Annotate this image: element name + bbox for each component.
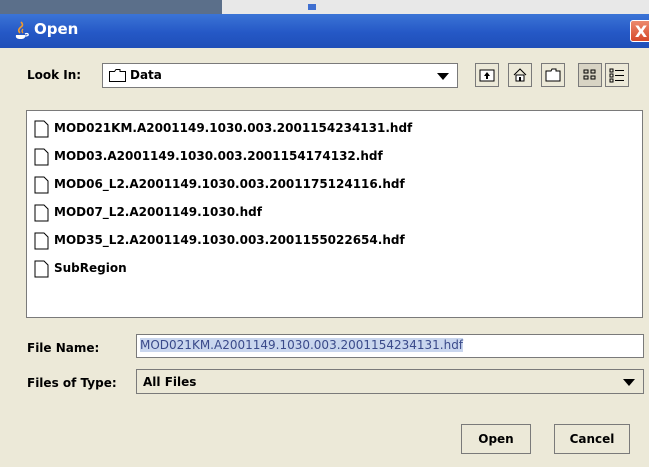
up-one-level-icon [479, 69, 495, 82]
files-of-type-value: All Files [143, 375, 197, 389]
dialog-title: Open [34, 20, 79, 38]
file-name: MOD021KM.A2001149.1030.003.2001154234131… [54, 121, 413, 135]
home-icon [513, 68, 527, 82]
look-in-dropdown[interactable]: Data [102, 63, 458, 88]
title-bar[interactable]: Open X [0, 14, 649, 48]
chevron-down-icon [437, 73, 449, 80]
look-in-value: Data [130, 68, 162, 82]
files-of-type-dropdown[interactable]: All Files [136, 369, 644, 394]
file-icon [34, 260, 49, 278]
file-icon [34, 148, 49, 166]
background-window-strip [0, 0, 649, 14]
files-of-type-label: Files of Type: [27, 376, 117, 390]
chevron-down-icon [623, 379, 635, 386]
file-name: SubRegion [54, 261, 127, 275]
new-folder-button[interactable] [541, 63, 565, 87]
look-in-label: Look In: [27, 68, 82, 82]
file-icon [34, 176, 49, 194]
up-one-level-button[interactable] [475, 63, 499, 87]
file-name: MOD07_L2.A2001149.1030.hdf [54, 205, 262, 219]
file-name: MOD03.A2001149.1030.003.2001154174132.hd… [54, 149, 383, 163]
file-name-label: File Name: [27, 341, 100, 355]
file-name: MOD35_L2.A2001149.1030.003.2001155022654… [54, 233, 405, 247]
background-window-fragment [0, 0, 222, 14]
home-button[interactable] [508, 63, 532, 87]
file-name: MOD06_L2.A2001149.1030.003.2001175124116… [54, 177, 405, 191]
file-icon [34, 120, 49, 138]
background-icon [308, 4, 316, 10]
file-icon [34, 232, 49, 250]
open-button[interactable]: Open [461, 424, 531, 454]
list-view-icon [583, 69, 596, 80]
cancel-button[interactable]: Cancel [554, 424, 630, 454]
list-view-button[interactable] [578, 63, 602, 87]
file-list[interactable]: MOD021KM.A2001149.1030.003.2001154234131… [26, 110, 643, 318]
folder-icon [109, 69, 126, 82]
file-name-input[interactable]: MOD021KM.A2001149.1030.003.2001154234131… [136, 334, 644, 358]
file-icon [34, 204, 49, 222]
close-button[interactable]: X [630, 20, 649, 42]
file-name-value: MOD021KM.A2001149.1030.003.2001154234131… [140, 338, 464, 352]
close-icon: X [634, 22, 648, 41]
details-view-icon [609, 68, 624, 83]
details-view-button[interactable] [605, 63, 629, 87]
java-cup-icon [15, 21, 29, 39]
new-folder-icon [545, 68, 561, 82]
